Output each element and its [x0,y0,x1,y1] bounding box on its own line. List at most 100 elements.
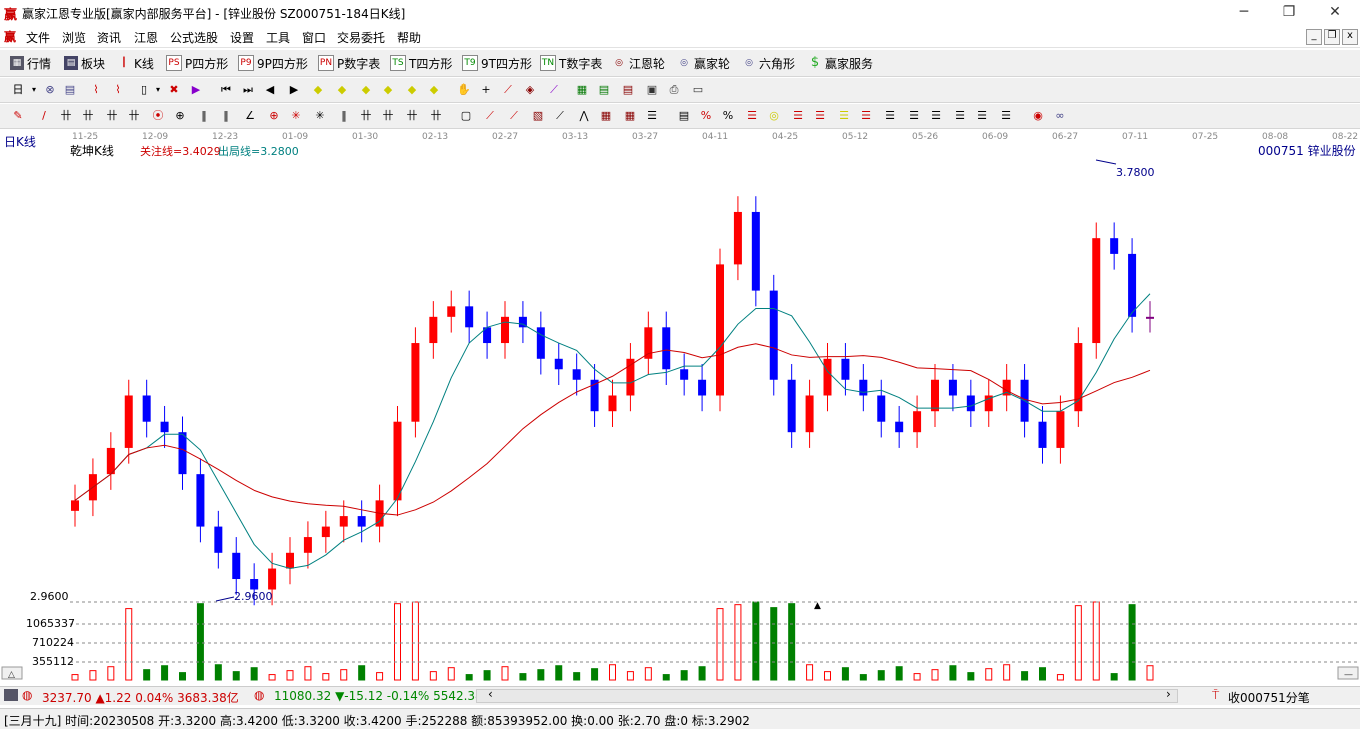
lines-icon[interactable]: ☰ [974,108,990,124]
mdi-minimize-button[interactable]: _ [1306,29,1322,45]
grid-icon[interactable]: ▧ [530,108,546,124]
candle-body[interactable] [769,290,778,380]
chart-svg[interactable]: 11-25 12-09 12-23 01-09 01-30 02-13 02-27 03-13… [0,130,1360,682]
candle-body[interactable] [1056,411,1065,448]
candle-body[interactable] [465,306,474,328]
t-square-button[interactable]: TS T四方形 [390,54,452,72]
candle-body[interactable] [196,474,205,527]
kline-chart[interactable]: 11-25 12-09 12-23 01-09 01-30 02-13 02-27 03-13… [0,130,1360,682]
candle-body[interactable] [626,358,635,396]
candle-body[interactable] [501,316,509,344]
minimize-button[interactable]: ─ [1230,2,1258,22]
candle-body[interactable] [1038,421,1047,448]
lines-icon[interactable]: ☰ [952,108,968,124]
doc-icon[interactable]: ▤ [62,82,78,98]
candle-body[interactable] [680,369,689,380]
candle-body[interactable] [303,537,312,553]
candle-body[interactable] [1092,238,1101,344]
lines-icon[interactable]: ☰ [906,108,922,124]
menu-settings[interactable]: 设置 [230,29,254,46]
candle-body[interactable] [1128,253,1137,317]
lines-icon[interactable]: ☰ [790,108,806,124]
candle-body[interactable] [447,306,456,317]
candle-body[interactable] [160,421,169,433]
candle-body[interactable] [393,421,402,501]
horizontal-scrollbar[interactable] [476,689,1178,703]
table-icon[interactable]: ▤ [620,82,636,98]
lines-icon[interactable]: ☰ [882,108,898,124]
lines-icon[interactable]: ☰ [836,108,852,124]
angle-icon[interactable]: ∠ [242,108,258,124]
candle-body[interactable] [1146,316,1154,319]
candle-body[interactable] [716,264,724,396]
diamond-icon[interactable]: ◆ [380,82,396,98]
kline-button[interactable]: ┃ K线 [117,54,154,72]
crosshair-icon[interactable]: + [478,82,494,98]
candle-body[interactable] [178,432,187,475]
gift-icon[interactable]: ◈ [522,82,538,98]
link-icon[interactable]: ⊗ [42,82,58,98]
scroll-right-icon[interactable]: › [1166,687,1171,701]
save-icon[interactable]: ▣ [644,82,660,98]
blocks-button[interactable]: ▤ 板块 [64,54,105,72]
candle-body[interactable] [913,411,922,433]
candle-body[interactable] [698,379,707,396]
candle-body[interactable] [250,579,259,590]
monitor-icon[interactable]: ▭ [690,82,706,98]
menu-file[interactable]: 文件 [26,29,50,46]
menu-help[interactable]: 帮助 [397,29,421,46]
percent-tool-icon[interactable]: % [698,108,714,124]
lines-icon[interactable]: ☰ [858,108,874,124]
box-icon[interactable]: ▢ [458,108,474,124]
percent-icon[interactable]: % [720,108,736,124]
infinity-icon[interactable]: ∞ [1052,108,1068,124]
gann-tool-icon[interactable]: 卄 [404,108,420,124]
scroll-left-icon[interactable]: ‹ [488,687,493,701]
candle-body[interactable] [877,395,886,422]
coin-icon[interactable]: ◎ [766,108,782,124]
shanghai-index[interactable]: 3237.70 ▲1.22 0.04% 3683.38亿 [42,689,239,706]
candle-body[interactable] [142,395,151,422]
p-table-button[interactable]: PN P数字表 [318,54,380,72]
diamond-icon[interactable]: ◆ [310,82,326,98]
menu-browse[interactable]: 浏览 [62,29,86,46]
star-icon[interactable]: ✳ [288,108,304,124]
menu-window[interactable]: 窗口 [302,29,326,46]
zigzag-icon[interactable]: ⋀ [576,108,592,124]
candle-body[interactable] [411,343,420,422]
candle-body[interactable] [948,379,957,396]
fan-icon[interactable]: ⟋ [506,108,522,124]
lines-icon[interactable]: ☰ [744,108,760,124]
scroll-left-icon[interactable]: ◀ [262,82,278,98]
line-tool-icon[interactable]: ⟋ [500,82,516,98]
candle-body[interactable] [787,379,796,433]
candle-body[interactable] [71,500,79,511]
hexagon-button[interactable]: ◎ 六角形 [742,54,795,72]
candle-body[interactable] [1110,238,1119,254]
quotes-button[interactable]: ▦ 行情 [10,54,51,72]
candle-body[interactable] [805,395,814,433]
print-icon[interactable]: ⎙ [666,82,682,98]
candle-body[interactable] [554,358,563,370]
circle-tool-icon[interactable]: ⊕ [172,108,188,124]
candle-body[interactable] [357,516,366,527]
candle-body[interactable] [895,421,904,433]
chevron-down-icon[interactable]: ▾ [26,82,42,98]
candle-body[interactable] [124,395,133,448]
mdi-close-button[interactable]: x [1342,29,1358,45]
winner-service-button[interactable]: $ 赢家服务 [808,54,873,72]
hand-icon[interactable]: ✋ [456,82,472,98]
fan-icon[interactable]: ⟋ [482,108,498,124]
diamond-icon[interactable]: ◆ [404,82,420,98]
9t-square-button[interactable]: T9 9T四方形 [462,54,532,72]
candle-body[interactable] [572,369,581,380]
tick-details-label[interactable]: 收000751分笔 [1228,689,1310,706]
winner-wheel-button[interactable]: ◎ 赢家轮 [677,54,730,72]
candle-body[interactable] [931,379,939,412]
grid-icon[interactable]: ▦ [622,108,638,124]
scroll-right-icon[interactable]: ▶ [286,82,302,98]
cross-icon[interactable]: ✖ [166,82,182,98]
candle-body[interactable] [429,316,438,344]
lines-icon[interactable]: ☰ [644,108,660,124]
gann-tool-icon[interactable]: 卄 [126,108,142,124]
